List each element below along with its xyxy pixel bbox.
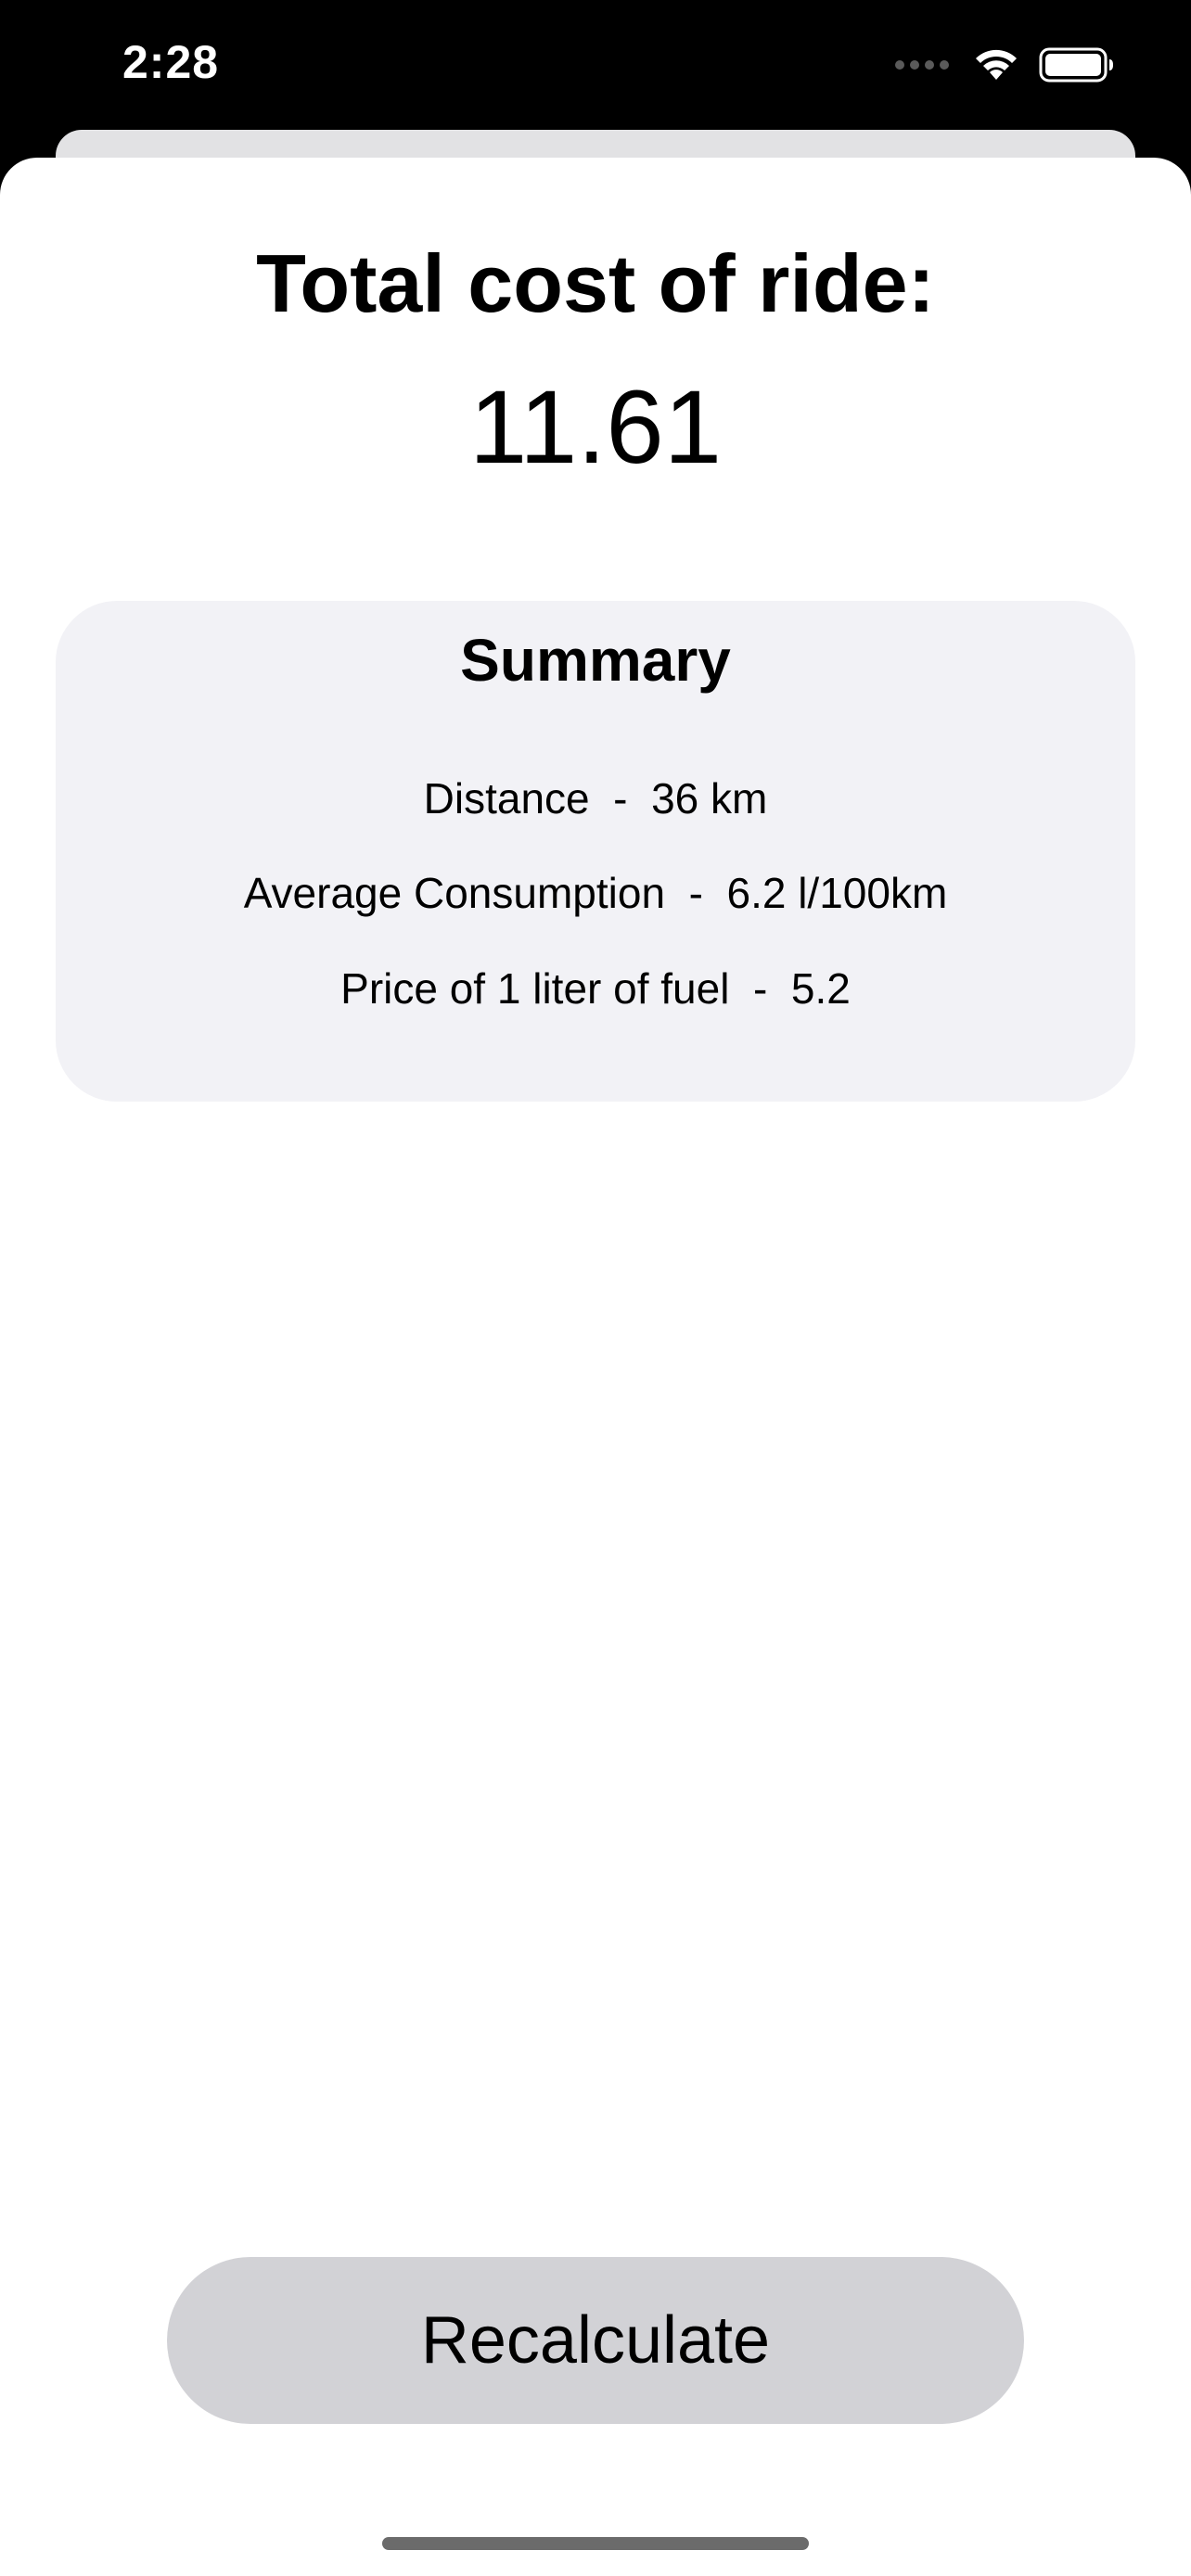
- summary-row-value: 5.2: [790, 964, 851, 1013]
- summary-row-value: 6.2 l/100km: [726, 869, 948, 917]
- result-title: Total cost of ride:: [256, 237, 935, 329]
- summary-row-label: Price of 1 liter of fuel: [340, 964, 730, 1013]
- recalculate-button[interactable]: Recalculate: [167, 2257, 1024, 2424]
- wifi-icon: [976, 49, 1017, 80]
- home-indicator[interactable]: [382, 2537, 809, 2550]
- signal-dots-icon: [895, 60, 949, 70]
- summary-row-value: 36 km: [651, 774, 768, 823]
- status-icons: [894, 46, 1115, 83]
- summary-row-consumption: Average Consumption - 6.2 l/100km: [243, 869, 948, 917]
- battery-icon: [1039, 47, 1113, 83]
- summary-row-label: Average Consumption: [243, 869, 666, 917]
- summary-title: Summary: [460, 627, 731, 694]
- modal-sheet: [0, 158, 1191, 2576]
- summary-row-distance: Distance - 36 km: [423, 774, 768, 823]
- total-cost-value: 11.61: [469, 369, 722, 485]
- summary-row-fuel-price: Price of 1 liter of fuel - 5.2: [340, 964, 851, 1013]
- status-bar: 2:28: [0, 0, 1191, 139]
- status-time: 2:28: [122, 36, 220, 88]
- summary-row-label: Distance: [423, 774, 590, 823]
